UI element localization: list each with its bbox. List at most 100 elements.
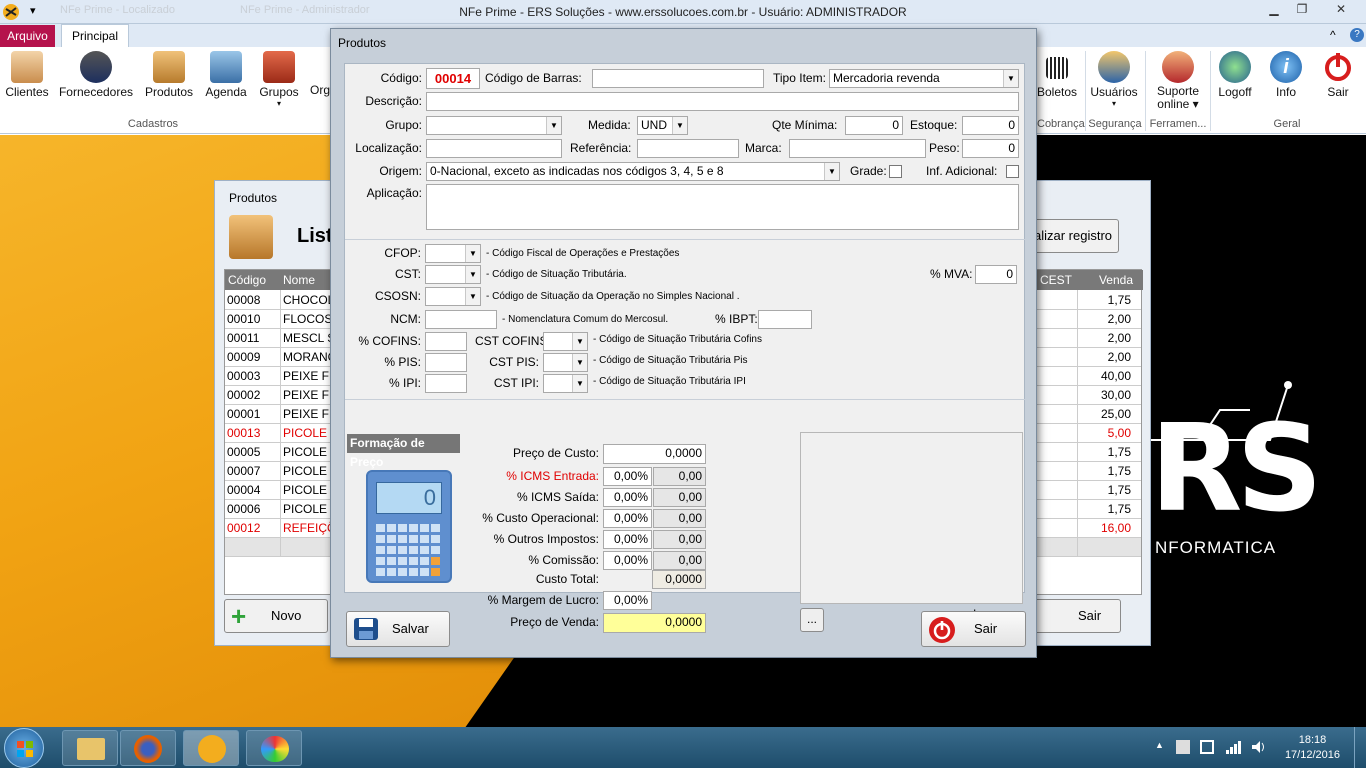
ipi-input[interactable]: [425, 374, 467, 393]
percent-input[interactable]: 0,00%: [603, 509, 652, 528]
preco-custo-input[interactable]: 0,0000: [603, 444, 706, 464]
calculator-key: [409, 557, 418, 565]
tipo-item-select[interactable]: Mercadoria revenda ▼: [829, 69, 1019, 88]
chevron-down-icon[interactable]: ▼: [824, 163, 839, 180]
column-header-venda[interactable]: Venda: [1077, 270, 1143, 290]
peso-input[interactable]: 0: [962, 139, 1019, 158]
clientes-button[interactable]: Clientes: [4, 51, 50, 99]
grupos-button[interactable]: Grupos ▾: [256, 51, 302, 108]
cst-cofins-select[interactable]: ▼: [543, 332, 588, 351]
sair-dialog-button[interactable]: Sair: [921, 611, 1026, 647]
cell-codigo: 00001: [227, 407, 261, 421]
product-image-box[interactable]: [800, 432, 1023, 604]
cst-pis-select[interactable]: ▼: [543, 353, 588, 372]
chevron-down-icon[interactable]: ▼: [572, 375, 587, 392]
aplicacao-textarea[interactable]: [426, 184, 1019, 230]
agenda-button[interactable]: Agenda: [202, 51, 250, 99]
fornecedores-button[interactable]: Fornecedores: [58, 51, 134, 99]
salvar-button[interactable]: Salvar: [346, 611, 450, 647]
chevron-down-icon[interactable]: ▼: [572, 354, 587, 371]
chevron-down-icon[interactable]: ▼: [1003, 70, 1018, 87]
cst-label: CST:: [394, 267, 421, 281]
codigo-barras-input[interactable]: [592, 69, 764, 88]
chevron-down-icon[interactable]: ▼: [672, 117, 687, 134]
tab-arquivo[interactable]: Arquivo: [0, 25, 55, 47]
sair-ribbon-button[interactable]: Sair: [1318, 51, 1358, 99]
percent-input[interactable]: 0,00%: [603, 551, 652, 570]
nfe-prime-taskbar-button[interactable]: [183, 730, 239, 766]
marca-input[interactable]: [789, 139, 926, 158]
network-icon[interactable]: [1225, 739, 1241, 758]
firefox-taskbar-button[interactable]: [120, 730, 176, 766]
volume-icon[interactable]: [1250, 739, 1266, 758]
action-center-icon[interactable]: [1176, 740, 1190, 754]
column-header-nome[interactable]: Nome do: [280, 270, 330, 307]
percent-input[interactable]: 0,00%: [603, 467, 652, 486]
system-clock[interactable]: 18:18 17/12/2016: [1285, 733, 1340, 763]
cst-ipi-select[interactable]: ▼: [543, 374, 588, 393]
descricao-input[interactable]: [426, 92, 1019, 111]
grade-checkbox[interactable]: [889, 165, 902, 178]
column-header-cest[interactable]: CEST: [1037, 270, 1077, 290]
close-button[interactable]: ✕: [1318, 0, 1364, 18]
pis-input[interactable]: [425, 353, 467, 372]
sair-list-button[interactable]: Sair: [1027, 599, 1121, 633]
group-seguranca-label: Segurança: [1088, 118, 1142, 130]
ibpt-input[interactable]: [758, 310, 812, 329]
org-button[interactable]: Org: [310, 51, 330, 97]
info-button[interactable]: i Info: [1266, 51, 1306, 99]
chevron-down-icon[interactable]: ▼: [465, 245, 480, 262]
column-header-codigo[interactable]: Código: [225, 270, 280, 290]
box-icon: [153, 51, 185, 83]
show-desktop-button[interactable]: [1354, 727, 1366, 768]
usuarios-button[interactable]: Usuários ▾: [1090, 51, 1138, 108]
paint-taskbar-button[interactable]: [246, 730, 302, 766]
percent-input[interactable]: 0,00%: [603, 488, 652, 507]
logoff-button[interactable]: Logoff: [1214, 51, 1256, 99]
cst-select[interactable]: ▼: [425, 265, 481, 284]
start-button[interactable]: [4, 728, 44, 768]
preco-venda-input[interactable]: 0,0000: [603, 613, 706, 633]
calculator-key: [420, 568, 429, 576]
mva-input[interactable]: 0: [975, 265, 1017, 284]
ncm-label: NCM:: [390, 312, 421, 326]
produtos-button[interactable]: Produtos: [142, 51, 196, 99]
chevron-down-icon[interactable]: ▼: [465, 266, 480, 283]
chevron-down-icon[interactable]: ▼: [572, 333, 587, 350]
maximize-button[interactable]: ❐: [1288, 0, 1316, 18]
formacao-preco-header: Formação de Preço: [347, 434, 460, 469]
suporte-button[interactable]: Suporte online ▾: [1150, 51, 1206, 111]
boletos-button[interactable]: Boletos: [1037, 51, 1077, 99]
ncm-input[interactable]: [425, 310, 497, 329]
origem-select[interactable]: 0-Nacional, exceto as indicadas nos códi…: [426, 162, 840, 181]
atualizar-registro-button[interactable]: alizar registro: [1025, 219, 1119, 253]
cell-codigo: 00009: [227, 350, 261, 364]
calculator-key: [431, 535, 440, 543]
inf-adicional-checkbox[interactable]: [1006, 165, 1019, 178]
percent-input[interactable]: 0,00%: [603, 530, 652, 549]
cofins-input[interactable]: [425, 332, 467, 351]
file-explorer-taskbar-button[interactable]: [62, 730, 118, 766]
chevron-down-icon[interactable]: ▼: [546, 117, 561, 134]
chevron-down-icon[interactable]: ▼: [465, 288, 480, 305]
tab-principal[interactable]: Principal: [61, 24, 129, 48]
referencia-input[interactable]: [637, 139, 739, 158]
estoque-input[interactable]: 0: [962, 116, 1019, 135]
help-icon[interactable]: ?: [1350, 28, 1364, 42]
tray-expand-icon[interactable]: ▲: [1155, 740, 1164, 750]
csosn-select[interactable]: ▼: [425, 287, 481, 306]
novo-button[interactable]: + Novo: [224, 599, 328, 633]
suporte-label: Suporte online: [1156, 84, 1200, 111]
cfop-select[interactable]: ▼: [425, 244, 481, 263]
collapse-ribbon-icon[interactable]: ^: [1330, 28, 1336, 42]
margem-lucro-input[interactable]: 0,00%: [603, 591, 652, 610]
browse-image-button[interactable]: ...: [800, 608, 824, 632]
localizacao-input[interactable]: [426, 139, 562, 158]
medida-select[interactable]: UND ▼: [637, 116, 688, 135]
grupo-select[interactable]: ▼: [426, 116, 562, 135]
power-plug-icon[interactable]: [1200, 740, 1214, 754]
calculator-key: [409, 535, 418, 543]
minimize-button[interactable]: ▁: [1260, 0, 1288, 18]
qte-minima-input[interactable]: 0: [845, 116, 903, 135]
cell-codigo: 00006: [227, 502, 261, 516]
